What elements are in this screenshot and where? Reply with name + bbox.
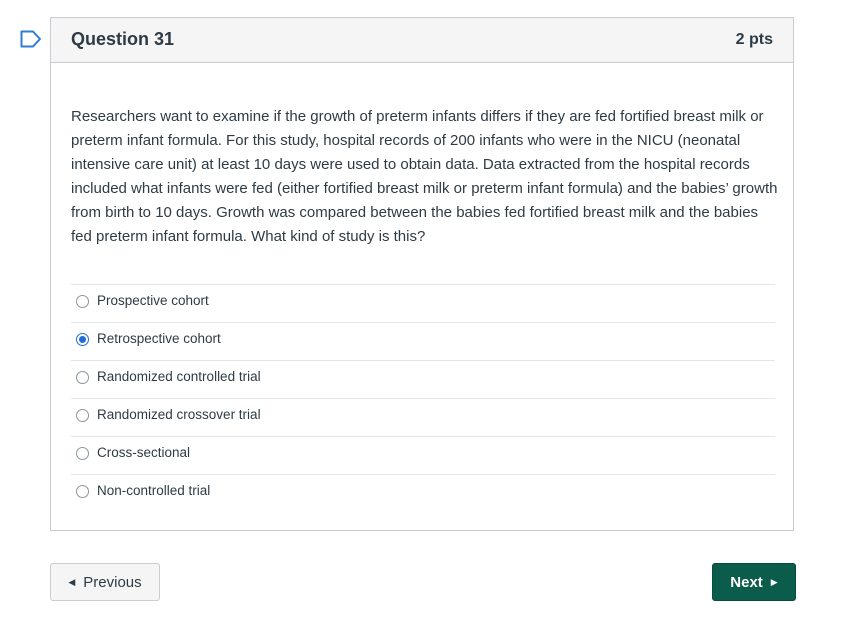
next-button-label: Next bbox=[730, 573, 763, 591]
answer-option-cross-sectional[interactable]: Cross-sectional bbox=[71, 436, 775, 474]
answer-option-randomized-controlled-trial[interactable]: Randomized controlled trial bbox=[71, 360, 775, 398]
question-title: Question 31 bbox=[71, 29, 175, 49]
next-button[interactable]: Next ▶ bbox=[712, 563, 796, 601]
answer-option-prospective-cohort[interactable]: Prospective cohort bbox=[71, 284, 775, 322]
radio-button-selected[interactable] bbox=[76, 333, 89, 346]
previous-button[interactable]: ◀ Previous bbox=[50, 563, 160, 601]
quiz-page: Question 31 2 pts Researchers want to ex… bbox=[0, 0, 842, 630]
answer-option-non-controlled-trial[interactable]: Non-controlled trial bbox=[71, 474, 775, 512]
radio-button[interactable] bbox=[76, 485, 89, 498]
answer-label: Randomized crossover trial bbox=[97, 407, 261, 422]
previous-button-label: Previous bbox=[83, 573, 142, 591]
radio-button[interactable] bbox=[76, 409, 89, 422]
question-text: Researchers want to examine if the growt… bbox=[71, 108, 778, 245]
question-header: Question 31 2 pts bbox=[51, 18, 793, 63]
flag-question-icon[interactable] bbox=[20, 30, 42, 48]
answer-label: Non-controlled trial bbox=[97, 483, 211, 498]
radio-button[interactable] bbox=[76, 295, 89, 308]
radio-button[interactable] bbox=[76, 371, 89, 384]
answer-list: Prospective cohort Retrospective cohort … bbox=[71, 284, 775, 512]
answer-label: Retrospective cohort bbox=[97, 331, 221, 346]
caret-left-icon: ◀ bbox=[68, 576, 76, 587]
answer-label: Randomized controlled trial bbox=[97, 369, 261, 384]
answer-option-retrospective-cohort[interactable]: Retrospective cohort bbox=[71, 322, 775, 360]
answer-option-randomized-crossover-trial[interactable]: Randomized crossover trial bbox=[71, 398, 775, 436]
answer-label: Prospective cohort bbox=[97, 293, 209, 308]
question-points: 2 pts bbox=[735, 31, 773, 48]
radio-button[interactable] bbox=[76, 447, 89, 460]
question-card: Question 31 2 pts Researchers want to ex… bbox=[50, 17, 794, 531]
answer-label: Cross-sectional bbox=[97, 445, 191, 460]
caret-right-icon: ▶ bbox=[770, 576, 778, 587]
